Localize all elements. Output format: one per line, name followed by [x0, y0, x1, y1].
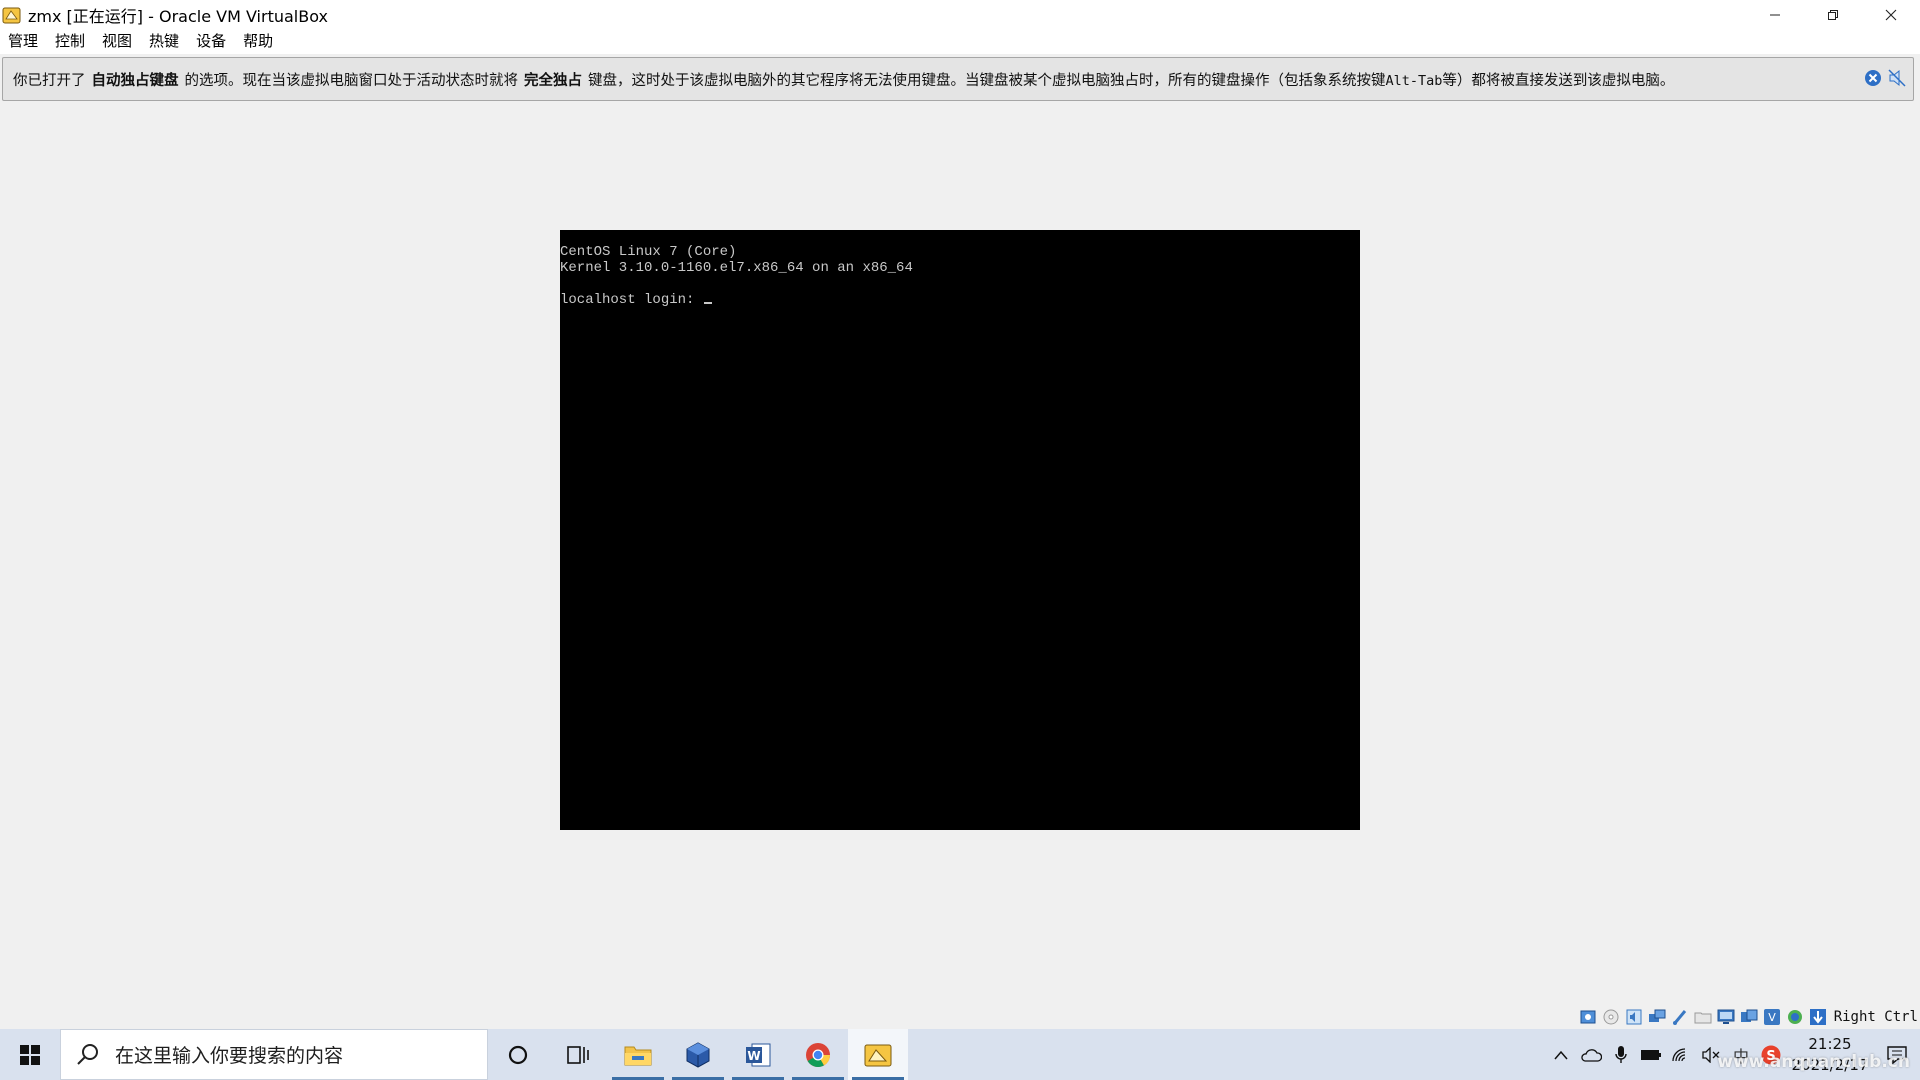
battery-icon	[1641, 1049, 1661, 1060]
menu-bar: 管理 控制 视图 热键 设备 帮助	[0, 29, 1920, 54]
notice-text-1: 你已打开了	[13, 72, 86, 89]
notice-shortcut: Alt-Tab	[1385, 72, 1443, 89]
chevron-up-icon	[1554, 1050, 1568, 1059]
menu-help[interactable]: 帮助	[235, 29, 282, 54]
mute-notification-icon	[1888, 69, 1906, 87]
menu-manage[interactable]: 管理	[0, 29, 47, 54]
close-button[interactable]	[1862, 0, 1920, 29]
search-placeholder: 在这里输入你要搜索的内容	[115, 1045, 344, 1067]
wifi-tray-button[interactable]	[1666, 1029, 1696, 1080]
onedrive-tray-button[interactable]	[1576, 1029, 1606, 1080]
vm-console: CentOS Linux 7 (Core) Kernel 3.10.0-1160…	[560, 230, 1360, 308]
task-view-button[interactable]	[548, 1029, 608, 1080]
close-icon	[1885, 9, 1897, 20]
notice-message: 你已打开了 自动独占键盘 的选项。现在当该虚拟电脑窗口处于活动状态时就将 完全独占 键盘…	[13, 69, 1674, 90]
vm-status-bar: V Right Ctrl	[1578, 1006, 1918, 1028]
start-button[interactable]	[0, 1029, 60, 1080]
menu-control[interactable]: 控制	[47, 29, 94, 54]
console-line-kernel: Kernel 3.10.0-1160.el7.x86_64 on an x86_…	[560, 260, 913, 276]
folder-icon	[624, 1046, 652, 1065]
hard-disk-icon[interactable]	[1578, 1007, 1598, 1027]
window-controls	[1746, 0, 1920, 29]
task-view-icon	[567, 1045, 589, 1064]
mouse-integration-icon[interactable]	[1785, 1007, 1805, 1027]
site-watermark: www.anquanclub.cn	[1717, 1052, 1910, 1072]
network-icon[interactable]	[1647, 1007, 1667, 1027]
taskbar-vm-window[interactable]	[848, 1029, 908, 1080]
taskbar-word[interactable]: W	[728, 1029, 788, 1080]
windows-logo-icon	[20, 1044, 40, 1065]
minimize-icon	[1770, 14, 1780, 15]
menu-devices[interactable]: 设备	[188, 29, 235, 54]
taskbar-chrome[interactable]	[788, 1029, 848, 1080]
audio-icon[interactable]	[1624, 1007, 1644, 1027]
vm-display[interactable]: CentOS Linux 7 (Core) Kernel 3.10.0-1160…	[560, 230, 1360, 830]
word-icon: W	[746, 1043, 771, 1066]
cortana-icon	[508, 1045, 528, 1064]
notice-text-3: 键盘，这时处于该虚拟电脑外的其它程序将无法使用键盘。当键盘被某个虚拟电脑独占时，…	[588, 72, 1386, 89]
host-key-label: Right Ctrl	[1833, 1009, 1918, 1025]
battery-tray-button[interactable]	[1636, 1029, 1666, 1080]
taskbar-search[interactable]: 在这里输入你要搜索的内容	[60, 1029, 488, 1080]
notice-bold-2: 完全独占	[524, 72, 582, 89]
notice-bold-1: 自动独占键盘	[91, 72, 179, 89]
display-icon[interactable]	[1716, 1007, 1736, 1027]
cortana-button[interactable]	[488, 1029, 548, 1080]
taskbar-file-explorer[interactable]	[608, 1029, 668, 1080]
microphone-tray-button[interactable]	[1606, 1029, 1636, 1080]
svg-text:V: V	[1768, 1011, 1776, 1024]
console-login-prompt: localhost login:	[560, 292, 703, 308]
restore-button[interactable]	[1804, 0, 1862, 29]
taskbar: 在这里输入你要搜索的内容 W 中 S 21:25 2021/2/17 www.a…	[0, 1029, 1920, 1080]
notice-actions	[1863, 68, 1907, 92]
shared-folders-icon[interactable]	[1693, 1007, 1713, 1027]
search-icon	[77, 1043, 98, 1065]
notice-close-button[interactable]	[1863, 68, 1883, 92]
usb-icon[interactable]	[1670, 1007, 1690, 1027]
vm-window-icon	[864, 1044, 892, 1066]
keyboard-capture-icon[interactable]	[1808, 1007, 1828, 1027]
video-capture-icon[interactable]	[1739, 1007, 1759, 1027]
menu-hotkeys[interactable]: 热键	[141, 29, 188, 54]
restore-icon	[1828, 9, 1838, 20]
vt-x-icon[interactable]: V	[1762, 1007, 1782, 1027]
minimize-button[interactable]	[1746, 0, 1804, 29]
keyboard-capture-notice: 你已打开了 自动独占键盘 的选项。现在当该虚拟电脑窗口处于活动状态时就将 完全独占 键盘…	[2, 57, 1914, 101]
notice-text-4: 等）都将被直接发送到该虚拟电脑。	[1442, 72, 1675, 89]
menu-view[interactable]: 视图	[94, 29, 141, 54]
wifi-icon	[1672, 1047, 1686, 1061]
chrome-icon	[806, 1042, 830, 1067]
virtualbox-icon	[686, 1041, 710, 1068]
show-hidden-icons-button[interactable]	[1546, 1029, 1576, 1080]
cloud-icon	[1581, 1048, 1602, 1062]
close-circle-icon	[1865, 70, 1881, 86]
notice-dont-show-button[interactable]	[1887, 68, 1907, 92]
virtualbox-app-icon	[2, 5, 22, 25]
notice-text-2: 的选项。现在当该虚拟电脑窗口处于活动状态时就将	[184, 72, 519, 89]
svg-text:W: W	[747, 1049, 760, 1063]
console-cursor	[703, 302, 712, 304]
optical-drive-icon[interactable]	[1601, 1007, 1621, 1027]
taskbar-virtualbox[interactable]	[668, 1029, 728, 1080]
window-title: zmx [正在运行] - Oracle VM VirtualBox	[28, 6, 328, 26]
title-bar: zmx [正在运行] - Oracle VM VirtualBox	[0, 0, 1920, 29]
console-line-os: CentOS Linux 7 (Core)	[560, 244, 737, 260]
microphone-icon	[1615, 1045, 1627, 1063]
